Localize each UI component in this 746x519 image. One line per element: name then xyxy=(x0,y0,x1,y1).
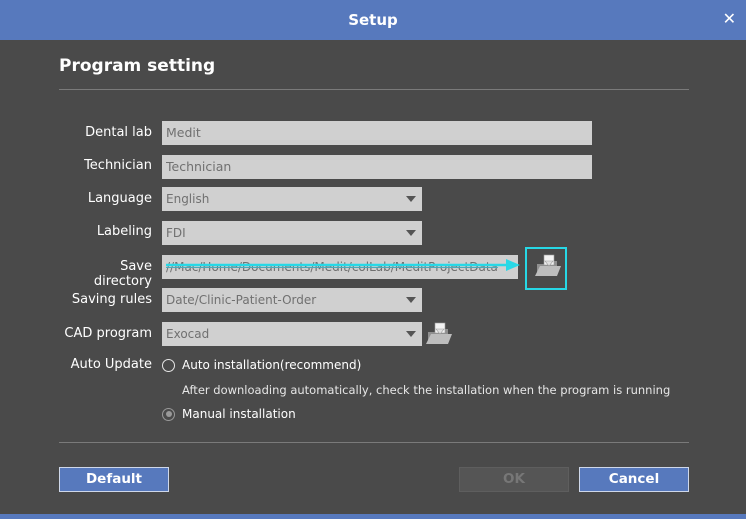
cad-program-folder-icon[interactable] xyxy=(424,320,452,346)
chevron-down-icon xyxy=(406,230,416,236)
manual-installation-label: Manual installation xyxy=(182,407,296,421)
saving-rules-label: Saving rules xyxy=(71,292,152,307)
language-select[interactable]: English xyxy=(162,187,422,211)
saving-rules-value: Date/Clinic-Patient-Order xyxy=(166,293,317,307)
auto-installation-option[interactable]: Auto installation(recommend) xyxy=(162,358,361,372)
pointer-arrow-icon xyxy=(166,259,520,271)
section-title: Program setting xyxy=(59,56,216,76)
labeling-value: FDI xyxy=(166,226,186,240)
radio-unchecked-icon[interactable] xyxy=(162,358,175,372)
dental-lab-input[interactable] xyxy=(162,121,592,145)
auto-update-label: Auto Update xyxy=(70,357,152,372)
dental-lab-label: Dental lab xyxy=(85,125,152,140)
default-button[interactable]: Default xyxy=(59,467,169,492)
close-icon[interactable]: ✕ xyxy=(723,9,736,28)
cad-program-label: CAD program xyxy=(64,326,152,341)
labeling-label: Labeling xyxy=(96,224,152,239)
technician-label: Technician xyxy=(84,158,152,173)
chevron-down-icon xyxy=(406,297,416,303)
save-directory-label: Save directory xyxy=(93,259,152,289)
folder-button-highlight xyxy=(525,247,567,290)
technician-input[interactable] xyxy=(162,155,592,179)
window-title: Setup xyxy=(348,11,398,29)
manual-installation-option[interactable]: Manual installation xyxy=(162,407,296,421)
cancel-button[interactable]: Cancel xyxy=(579,467,689,492)
labeling-select[interactable]: FDI xyxy=(162,221,422,245)
setup-dialog: Setup ✕ Program setting Dental lab Techn… xyxy=(0,0,746,519)
chevron-down-icon xyxy=(406,331,416,337)
bottom-border xyxy=(0,514,746,519)
cad-program-select[interactable]: Exocad xyxy=(162,322,422,346)
cad-program-value: Exocad xyxy=(166,327,210,341)
top-divider xyxy=(59,89,689,90)
auto-update-note: After downloading automatically, check t… xyxy=(182,383,671,397)
ok-button[interactable]: OK xyxy=(459,467,569,492)
radio-checked-icon[interactable] xyxy=(162,407,175,421)
chevron-down-icon xyxy=(406,196,416,202)
bottom-divider xyxy=(59,442,689,443)
saving-rules-select[interactable]: Date/Clinic-Patient-Order xyxy=(162,288,422,312)
auto-installation-label: Auto installation(recommend) xyxy=(182,358,362,372)
language-label: Language xyxy=(87,191,152,206)
language-value: English xyxy=(166,192,210,206)
title-bar: Setup ✕ xyxy=(0,0,746,40)
